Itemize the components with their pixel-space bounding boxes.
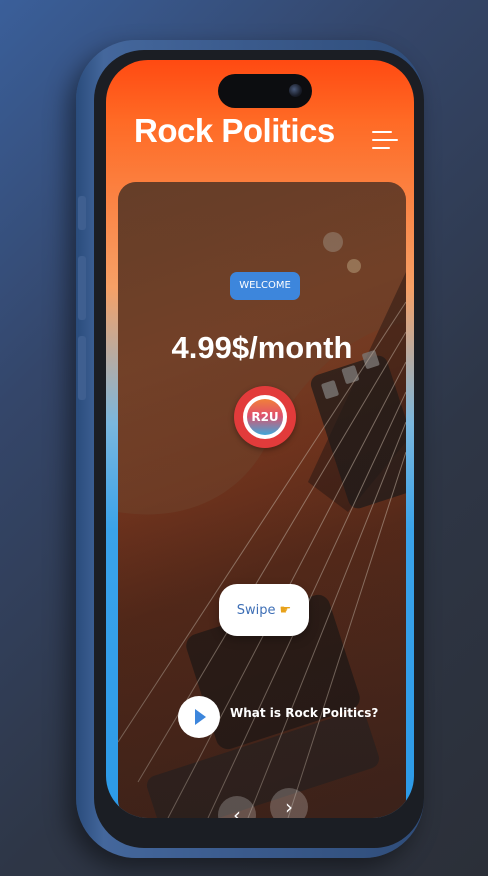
brand-logo: R2U	[234, 386, 296, 448]
next-slide-button[interactable]: ›	[270, 788, 308, 818]
hamburger-menu-icon[interactable]	[372, 128, 398, 152]
brand-logo-text: R2U	[247, 399, 283, 435]
app-title: Rock Politics	[134, 112, 335, 149]
phone-action-button	[78, 196, 86, 230]
swipe-label: Swipe	[236, 602, 276, 618]
welcome-badge: WELCOME	[230, 272, 300, 300]
hero-card: WELCOME 4.99$/month R2U Swipe ☛ What is …	[118, 182, 406, 818]
play-video-button[interactable]	[178, 696, 220, 738]
price-text: 4.99$/month	[171, 330, 353, 365]
phone-volume-up-button	[78, 256, 86, 320]
phone-volume-down-button	[78, 336, 86, 400]
hand-pointing-right-icon: ☛	[279, 602, 292, 618]
play-icon	[195, 709, 206, 725]
dynamic-island	[218, 74, 312, 108]
camera-icon	[289, 84, 302, 97]
swipe-button[interactable]: Swipe ☛	[219, 584, 309, 636]
video-label[interactable]: What is Rock Politics?	[230, 706, 378, 720]
phone-screen: Rock Politics WELCOME 4.99$/month R2U Sw…	[106, 60, 414, 818]
